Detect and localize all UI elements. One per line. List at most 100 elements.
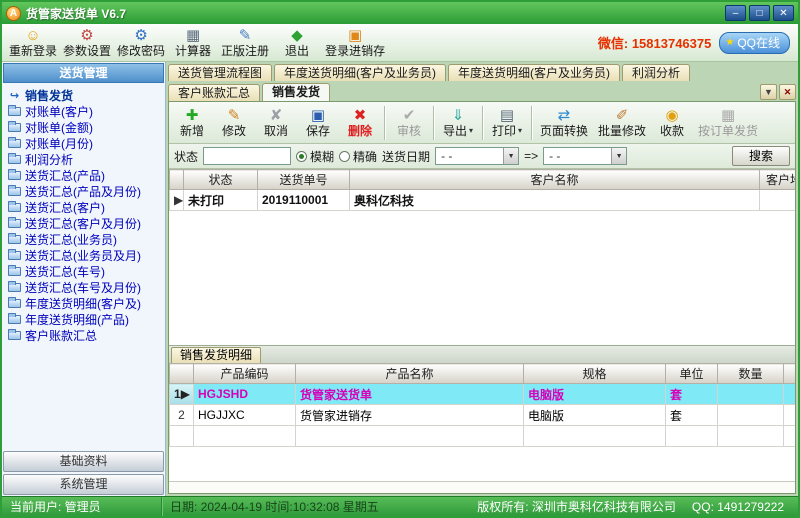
tab-sales-delivery-detail[interactable]: 销售发货明细 bbox=[171, 347, 261, 363]
column-header-spec[interactable]: 规格 bbox=[524, 364, 666, 384]
sidebar-item-label: 送货汇总(业务员及月) bbox=[25, 247, 141, 264]
settings-label: 参数设置 bbox=[63, 44, 111, 58]
sidebar-group-basic-data[interactable]: 基础资料 bbox=[3, 451, 164, 472]
sidebar-item-label: 送货汇总(车号) bbox=[25, 263, 105, 280]
fuzzy-radio[interactable] bbox=[296, 151, 307, 162]
tab-delivery-flowchart[interactable]: 送货管理流程图 bbox=[168, 64, 272, 81]
export-button[interactable]: ⇓ 导出▾ bbox=[437, 103, 479, 143]
sidebar-item-summary-customer[interactable]: 送货汇总(客户) bbox=[8, 199, 164, 215]
relogin-label: 重新登录 bbox=[9, 44, 57, 58]
sidebar-item-summary-product[interactable]: 送货汇总(产品) bbox=[8, 167, 164, 183]
register-button[interactable]: ✎ 正版注册 bbox=[218, 25, 272, 61]
sidebar-item-profit-analysis[interactable]: 利润分析 bbox=[8, 151, 164, 167]
tab-customer-account-summary[interactable]: 客户账款汇总 bbox=[168, 84, 260, 101]
collect-payment-button[interactable]: ◉ 收款 bbox=[651, 103, 693, 143]
selector-column-header bbox=[170, 170, 184, 190]
collect-payment-label: 收款 bbox=[660, 124, 684, 138]
sidebar-item-annual-detail-customer[interactable]: 年度送货明细(客户及) bbox=[8, 295, 164, 311]
detail-row[interactable]: 1▶ HGJSHD 货管家送货单 电脑版 套 bbox=[170, 384, 796, 405]
sidebar-group-system-management[interactable]: 系统管理 bbox=[3, 474, 164, 495]
login-erp-button[interactable]: ▣ 登录进销存 bbox=[322, 25, 388, 61]
tab-close-button[interactable]: ✕ bbox=[779, 84, 796, 100]
coins-icon: ◉ bbox=[665, 107, 678, 124]
sidebar-item-annual-detail-product[interactable]: 年度送货明细(产品) bbox=[8, 311, 164, 327]
audit-button[interactable]: ✔ 审核 bbox=[388, 103, 430, 143]
tab-profit-analysis[interactable]: 利润分析 bbox=[622, 64, 690, 81]
cell-unit: 套 bbox=[666, 384, 718, 405]
sidebar-item-summary-product-month[interactable]: 送货汇总(产品及月份) bbox=[8, 183, 164, 199]
column-header-product-code[interactable]: 产品编码 bbox=[194, 364, 296, 384]
column-header-product-name[interactable]: 产品名称 bbox=[296, 364, 524, 384]
search-button[interactable]: 搜索 bbox=[732, 146, 790, 166]
maximize-button[interactable]: □ bbox=[749, 5, 770, 21]
sidebar-item-label: 送货汇总(车号及月份) bbox=[25, 279, 141, 296]
tab-annual-detail-2[interactable]: 年度送货明细(客户及业务员) bbox=[448, 64, 620, 81]
main-area: 送货管理 ↪ 销售发货 对账单(客户) 对账单(金额) 对账单(月份) bbox=[2, 62, 798, 496]
sidebar-item-sales-delivery[interactable]: ↪ 销售发货 bbox=[8, 87, 164, 103]
row-selector-icon: ▶ bbox=[170, 190, 184, 211]
date-to-select[interactable]: - - ▼ bbox=[543, 147, 627, 165]
print-dropdown-icon: ▾ bbox=[518, 124, 522, 138]
delete-button[interactable]: ✖ 删除 bbox=[339, 103, 381, 143]
sidebar-item-summary-customer-month[interactable]: 送货汇总(客户及月份) bbox=[8, 215, 164, 231]
tab-sales-delivery[interactable]: 销售发货 bbox=[262, 83, 330, 101]
save-button[interactable]: ▣ 保存 bbox=[297, 103, 339, 143]
minimize-button[interactable]: – bbox=[725, 5, 746, 21]
sidebar-item-label: 送货汇总(产品及月份) bbox=[25, 183, 141, 200]
column-header-unit[interactable]: 单位 bbox=[666, 364, 718, 384]
add-button[interactable]: ✚ 新增 bbox=[171, 103, 213, 143]
datetime-status: 日期: 2024-04-19 时间:10:32:08 星期五 bbox=[162, 497, 387, 516]
cancel-button[interactable]: ✘ 取消 bbox=[255, 103, 297, 143]
tab-annual-detail-1[interactable]: 年度送货明细(客户及业务员) bbox=[274, 64, 446, 81]
exit-button[interactable]: ◆ 退出 bbox=[272, 25, 322, 61]
tab-list-dropdown-button[interactable]: ▼ bbox=[760, 84, 777, 100]
toolbar-separator bbox=[531, 106, 532, 140]
content-area: 送货管理流程图 年度送货明细(客户及业务员) 年度送货明细(客户及业务员) 利润… bbox=[166, 62, 798, 496]
cell-status: 未打印 bbox=[184, 190, 258, 211]
sidebar-item-statement-amount[interactable]: 对账单(金额) bbox=[8, 119, 164, 135]
relogin-button[interactable]: ☺ 重新登录 bbox=[6, 25, 60, 61]
print-button[interactable]: ▤ 打印▾ bbox=[486, 103, 528, 143]
column-header-customer[interactable]: 客户名称 bbox=[350, 170, 760, 190]
settings-button[interactable]: ⚙ 参数设置 bbox=[60, 25, 114, 61]
status-filter-input[interactable] bbox=[203, 147, 291, 165]
sidebar-item-statement-month[interactable]: 对账单(月份) bbox=[8, 135, 164, 151]
column-header-address[interactable]: 客户地址 bbox=[760, 170, 796, 190]
close-button[interactable]: ✕ bbox=[773, 5, 794, 21]
fuzzy-match-option[interactable]: 模糊 bbox=[296, 148, 334, 165]
order-row[interactable]: ▶ 未打印 2019110001 奥科亿科技 bbox=[170, 190, 796, 211]
calculator-label: 计算器 bbox=[175, 44, 211, 58]
qq-online-button[interactable]: ★ QQ在线 bbox=[719, 32, 790, 54]
folder-icon bbox=[8, 331, 21, 340]
print-label: 打印 bbox=[492, 124, 516, 138]
sidebar-item-summary-truck[interactable]: 送货汇总(车号) bbox=[8, 263, 164, 279]
modify-button[interactable]: ✎ 修改 bbox=[213, 103, 255, 143]
exact-match-option[interactable]: 精确 bbox=[339, 148, 377, 165]
orders-grid-area: 状态 送货单号 客户名称 客户地址 ▶ 未打印 2019110001 bbox=[169, 169, 795, 345]
change-password-button[interactable]: ⚙ 修改密码 bbox=[114, 25, 168, 61]
batch-edit-button[interactable]: ✐ 批量修改 bbox=[593, 103, 651, 143]
sidebar-item-summary-salesman[interactable]: 送货汇总(业务员) bbox=[8, 231, 164, 247]
sidebar-item-label: 年度送货明细(产品) bbox=[25, 311, 129, 328]
sidebar-item-statement-customer[interactable]: 对账单(客户) bbox=[8, 103, 164, 119]
detail-row[interactable]: 2 HGJJXC 货管家进销存 电脑版 套 bbox=[170, 405, 796, 426]
sidebar-item-summary-salesman-month[interactable]: 送货汇总(业务员及月) bbox=[8, 247, 164, 263]
page-convert-button[interactable]: ⇄ 页面转换 bbox=[535, 103, 593, 143]
sidebar-item-customer-account-summary[interactable]: 客户账款汇总 bbox=[8, 327, 164, 343]
column-header-qty[interactable]: 数量 bbox=[718, 364, 784, 384]
save-label: 保存 bbox=[306, 124, 330, 138]
toolbar-separator bbox=[384, 106, 385, 140]
column-header-status[interactable]: 状态 bbox=[184, 170, 258, 190]
filter-bar: 状态 模糊 精确 送货日期 - - ▼ => bbox=[169, 144, 795, 169]
column-header-extra bbox=[784, 364, 796, 384]
column-header-order-no[interactable]: 送货单号 bbox=[258, 170, 350, 190]
calculator-button[interactable]: ▦ 计算器 bbox=[168, 25, 218, 61]
folder-icon bbox=[8, 155, 21, 164]
date-from-select[interactable]: - - ▼ bbox=[435, 147, 519, 165]
sidebar-item-summary-truck-month[interactable]: 送货汇总(车号及月份) bbox=[8, 279, 164, 295]
row-number: 2 bbox=[178, 408, 185, 422]
ship-by-order-button[interactable]: ▦ 按订单发货 bbox=[693, 103, 763, 143]
exact-radio[interactable] bbox=[339, 151, 350, 162]
cell-qty bbox=[718, 384, 784, 405]
orders-header-row: 状态 送货单号 客户名称 客户地址 bbox=[170, 170, 796, 190]
